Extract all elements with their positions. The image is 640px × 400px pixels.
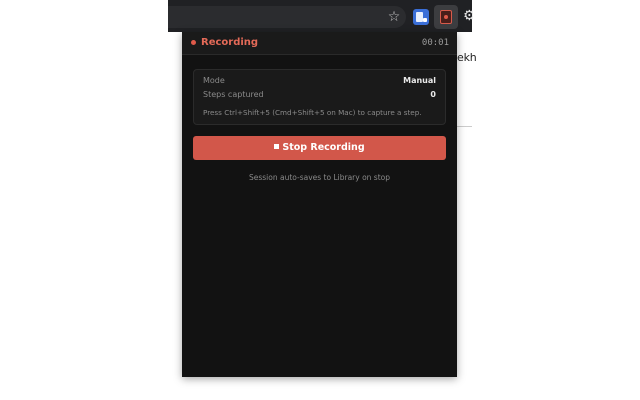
screen: ☆ ⚙ ekh Recording 00:01 Mode Manual Step… bbox=[0, 0, 640, 400]
mode-row: Mode Manual bbox=[203, 75, 436, 87]
recorder-popup: Recording 00:01 Mode Manual Steps captur… bbox=[182, 32, 457, 377]
steps-count: 0 bbox=[430, 90, 436, 99]
steps-label: Steps captured bbox=[203, 90, 264, 99]
session-info-card: Mode Manual Steps captured 0 Press Ctrl+… bbox=[193, 69, 446, 125]
shortcut-hint: Press Ctrl+Shift+5 (Cmd+Shift+5 on Mac) … bbox=[203, 108, 422, 117]
star-icon[interactable]: ☆ bbox=[386, 9, 402, 25]
address-bar[interactable] bbox=[168, 6, 406, 28]
autosave-note: Session auto-saves to Library on stop bbox=[248, 173, 391, 182]
recorder-extension-icon[interactable] bbox=[440, 10, 452, 24]
popup-header: Recording 00:01 bbox=[182, 32, 457, 55]
page-fragment-text: ekh bbox=[457, 51, 477, 64]
puzzle-icon[interactable]: ⚙ bbox=[463, 8, 473, 24]
recording-timer: 00:01 bbox=[421, 38, 449, 48]
page-divider bbox=[457, 126, 472, 127]
extension-icon[interactable] bbox=[413, 9, 429, 25]
stop-recording-button[interactable]: Stop Recording bbox=[193, 136, 446, 160]
mode-label: Mode bbox=[203, 76, 225, 85]
recording-status: Recording bbox=[201, 37, 259, 48]
stop-recording-label: Stop Recording bbox=[282, 142, 365, 153]
steps-row: Steps captured 0 bbox=[203, 89, 436, 101]
browser-toolbar: ☆ ⚙ bbox=[168, 0, 473, 32]
mode-value: Manual bbox=[403, 76, 436, 85]
stop-icon bbox=[274, 144, 280, 149]
recording-dot-icon bbox=[191, 40, 196, 45]
